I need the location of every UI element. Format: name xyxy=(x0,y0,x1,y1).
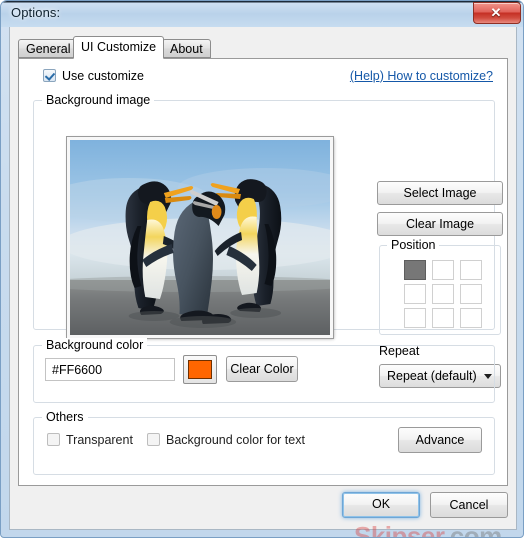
clear-image-button[interactable]: Clear Image xyxy=(377,212,503,236)
help-how-to-customize-link[interactable]: (Help) How to customize? xyxy=(350,69,493,83)
close-button[interactable]: ✕ xyxy=(473,2,521,24)
cancel-button[interactable]: Cancel xyxy=(430,492,508,518)
ok-button[interactable]: OK xyxy=(342,492,420,518)
position-grid xyxy=(404,260,482,328)
position-cell-top-center[interactable] xyxy=(432,260,454,280)
titlebar: Options: ✕ xyxy=(1,1,523,27)
advance-button[interactable]: Advance xyxy=(398,427,482,453)
position-cell-middle-right[interactable] xyxy=(460,284,482,304)
window-title: Options: xyxy=(11,5,61,20)
tab-panel-ui-customize: Use customize (Help) How to customize? B… xyxy=(18,58,508,486)
tab-ui-customize[interactable]: UI Customize xyxy=(73,36,165,59)
position-group-label: Position xyxy=(387,238,440,252)
select-image-button[interactable]: Select Image xyxy=(377,181,503,205)
position-cell-middle-center[interactable] xyxy=(432,284,454,304)
use-customize-checkbox-row[interactable]: Use customize xyxy=(43,69,144,83)
position-cell-bottom-center[interactable] xyxy=(432,308,454,328)
tab-general[interactable]: General xyxy=(18,39,79,58)
use-customize-label: Use customize xyxy=(62,69,144,83)
position-cell-bottom-left[interactable] xyxy=(404,308,426,328)
tab-strip: General UI Customize About xyxy=(18,36,508,59)
transparent-label: Transparent xyxy=(66,433,133,447)
options-window: Options: ✕ General UI Customize About Us… xyxy=(0,0,524,538)
tab-about[interactable]: About xyxy=(162,39,211,58)
watermark-brand: Skipser xyxy=(354,521,444,538)
background-color-for-text-checkbox-row[interactable]: Background color for text xyxy=(147,433,305,447)
watermark-tld: .com xyxy=(443,521,502,538)
dialog-client-area: General UI Customize About Use customize… xyxy=(9,27,517,537)
background-color-swatch-button[interactable] xyxy=(183,355,217,384)
background-image-group-label: Background image xyxy=(42,93,155,107)
background-image-preview[interactable] xyxy=(66,136,334,339)
color-swatch xyxy=(188,360,212,379)
transparent-checkbox-row[interactable]: Transparent xyxy=(47,433,133,447)
position-cell-middle-left[interactable] xyxy=(404,284,426,304)
others-group-label: Others xyxy=(42,410,88,424)
transparent-checkbox[interactable] xyxy=(47,433,60,446)
clear-color-button[interactable]: Clear Color xyxy=(226,356,298,382)
position-group: Position xyxy=(379,238,501,335)
background-color-group-label: Background color xyxy=(42,338,148,352)
close-icon: ✕ xyxy=(490,5,502,20)
position-cell-top-right[interactable] xyxy=(460,260,482,280)
background-color-for-text-label: Background color for text xyxy=(166,433,305,447)
position-cell-top-left[interactable] xyxy=(404,260,426,280)
watermark: Skipser.com xyxy=(354,521,502,538)
penguins-image xyxy=(70,140,330,335)
background-color-for-text-checkbox[interactable] xyxy=(147,433,160,446)
background-color-input[interactable] xyxy=(45,358,175,381)
use-customize-checkbox[interactable] xyxy=(43,69,56,82)
position-cell-bottom-right[interactable] xyxy=(460,308,482,328)
